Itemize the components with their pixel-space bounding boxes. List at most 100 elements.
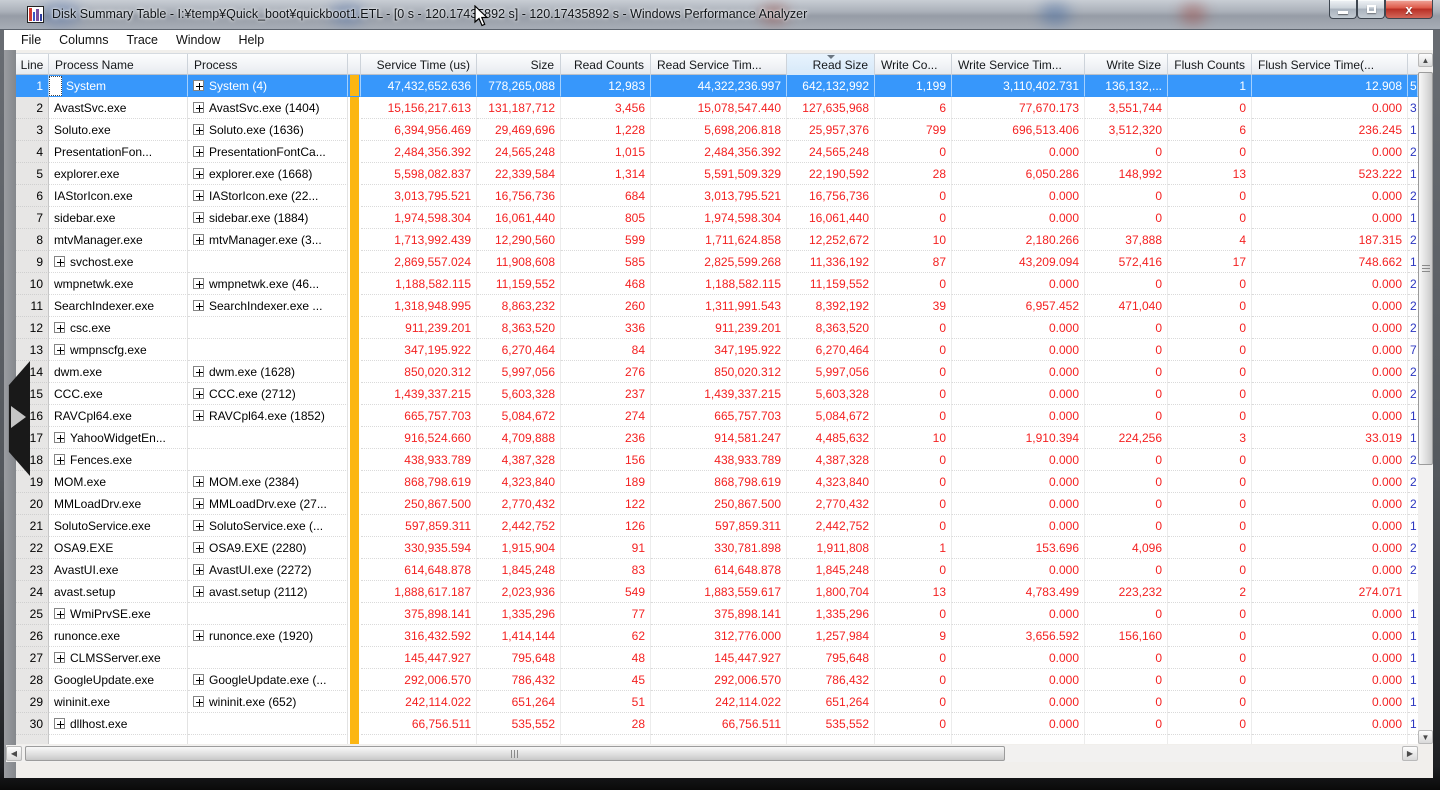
horizontal-scroll-track[interactable] (22, 746, 1402, 761)
cell-process[interactable]: IAStorIcon.exe (22... (188, 185, 348, 207)
cell-value[interactable]: 330,935.594 (361, 537, 477, 559)
cell-value[interactable] (1252, 735, 1408, 744)
cell-io-bar[interactable] (348, 427, 361, 449)
cell-value[interactable]: 0.000 (1252, 317, 1408, 339)
cell-process-name[interactable]: Soluto.exe (49, 119, 188, 141)
cell-io-bar[interactable] (348, 163, 361, 185)
cell-value[interactable]: 786,432 (787, 669, 875, 691)
cell-partial[interactable]: 2 (1408, 383, 1418, 405)
cell-value[interactable]: 6,050.286 (952, 163, 1085, 185)
cell-value[interactable]: 0.000 (1252, 383, 1408, 405)
cell-value[interactable]: 29,469,696 (477, 119, 561, 141)
cell-value[interactable]: 2,869,557.024 (361, 251, 477, 273)
cell-value[interactable]: 375,898.141 (651, 603, 787, 625)
cell-value[interactable]: 6,394,956.469 (361, 119, 477, 141)
table-row[interactable]: 17YahooWidgetEn...916,524.6604,709,88823… (16, 427, 1418, 449)
menu-item-window[interactable]: Window (167, 31, 229, 49)
cell-partial[interactable]: 7 (1408, 339, 1418, 361)
cell-io-bar[interactable] (348, 559, 361, 581)
cell-value[interactable]: 0 (875, 273, 952, 295)
cell-value[interactable]: 148,992 (1085, 163, 1168, 185)
cell-value[interactable]: 0 (875, 141, 952, 163)
cell-value[interactable]: 3,656.592 (952, 625, 1085, 647)
cell-value[interactable]: 1,228 (561, 119, 651, 141)
cell-process-name[interactable]: wmpnscfg.exe (49, 339, 188, 361)
menu-item-trace[interactable]: Trace (117, 31, 167, 49)
table-row[interactable]: 24avast.setupavast.setup (2112)1,888,617… (16, 581, 1418, 603)
column-header-flush-service-time[interactable]: Flush Service Time(... (1252, 54, 1408, 76)
cell-value[interactable]: 0 (1085, 361, 1168, 383)
cell-value[interactable]: 2,770,432 (477, 493, 561, 515)
cell-line[interactable]: 24 (16, 581, 49, 603)
cell-value[interactable]: 237 (561, 383, 651, 405)
cell-partial[interactable]: 5 (1408, 75, 1418, 97)
cell-value[interactable]: 642,132,992 (787, 75, 875, 97)
cell-value[interactable]: 0 (1168, 559, 1252, 581)
cell-value[interactable]: 16,756,736 (477, 185, 561, 207)
cell-value[interactable]: 0.000 (952, 383, 1085, 405)
cell-value[interactable]: 0 (1168, 449, 1252, 471)
cell-value[interactable]: 1,414,144 (477, 625, 561, 647)
cell-value[interactable]: 28 (875, 163, 952, 185)
table-row[interactable]: 27CLMSServer.exe145,447.927795,64848145,… (16, 647, 1418, 669)
cell-partial[interactable]: 1 (1408, 625, 1418, 647)
cell-process-name[interactable]: sidebar.exe (49, 207, 188, 229)
cell-io-bar[interactable] (348, 603, 361, 625)
cell-line[interactable]: 4 (16, 141, 49, 163)
cell-value[interactable]: 471,040 (1085, 295, 1168, 317)
cell-process[interactable] (188, 735, 348, 744)
expander-icon[interactable] (193, 102, 204, 113)
cell-value[interactable]: 0 (875, 713, 952, 735)
cell-value[interactable]: 0.000 (952, 141, 1085, 163)
table-row[interactable]: 28GoogleUpdate.exeGoogleUpdate.exe (...2… (16, 669, 1418, 691)
cell-value[interactable]: 0 (1085, 691, 1168, 713)
cell-io-bar[interactable] (348, 361, 361, 383)
cell-process-name[interactable]: explorer.exe (49, 163, 188, 185)
horizontal-scrollbar[interactable]: ◀ ▶ (6, 745, 1418, 762)
cell-process-name[interactable]: OSA9.EXE (49, 537, 188, 559)
expander-icon[interactable] (54, 718, 65, 729)
cell-value[interactable]: 8,392,192 (787, 295, 875, 317)
expander-icon[interactable] (193, 278, 204, 289)
cell-line[interactable]: 25 (16, 603, 49, 625)
cell-value[interactable]: 549 (561, 581, 651, 603)
cell-value[interactable]: 0.000 (1252, 493, 1408, 515)
cell-value[interactable]: 684 (561, 185, 651, 207)
cell-partial[interactable]: 2 (1408, 493, 1418, 515)
cell-process-name[interactable]: AvastSvc.exe (49, 97, 188, 119)
table-row[interactable]: 22OSA9.EXEOSA9.EXE (2280)330,935.5941,91… (16, 537, 1418, 559)
table-row[interactable]: 4PresentationFon...PresentationFontCa...… (16, 141, 1418, 163)
cell-value[interactable]: 0 (1168, 471, 1252, 493)
cell-process[interactable]: explorer.exe (1668) (188, 163, 348, 185)
cell-value[interactable]: 3 (1168, 427, 1252, 449)
cell-line[interactable]: 13 (16, 339, 49, 361)
cell-value[interactable]: 535,552 (787, 713, 875, 735)
cell-value[interactable]: 5,591,509.329 (651, 163, 787, 185)
cell-value[interactable]: 0 (875, 361, 952, 383)
cell-value[interactable]: 0 (1168, 361, 1252, 383)
cell-value[interactable]: 0.000 (952, 339, 1085, 361)
cell-value[interactable]: 665,757.703 (361, 405, 477, 427)
cell-value[interactable]: 10 (875, 427, 952, 449)
cell-value[interactable]: 12,983 (561, 75, 651, 97)
cell-value[interactable]: 274.071 (1252, 581, 1408, 603)
cell-value[interactable]: 0 (875, 339, 952, 361)
cell-value[interactable]: 187.315 (1252, 229, 1408, 251)
table-row[interactable]: 14dwm.exedwm.exe (1628)850,020.3125,997,… (16, 361, 1418, 383)
cell-value[interactable]: 0 (1085, 713, 1168, 735)
cell-value[interactable]: 2,770,432 (787, 493, 875, 515)
cell-value[interactable]: 224,256 (1085, 427, 1168, 449)
cell-value[interactable]: 24,565,248 (787, 141, 875, 163)
cell-value[interactable]: 0 (1085, 647, 1168, 669)
cell-value[interactable]: 1,188,582.115 (651, 273, 787, 295)
cell-process[interactable]: wmpnetwk.exe (46... (188, 273, 348, 295)
cell-value[interactable]: 778,265,088 (477, 75, 561, 97)
cell-value[interactable]: 585 (561, 251, 651, 273)
cell-line[interactable]: 2 (16, 97, 49, 119)
cell-io-bar[interactable] (348, 537, 361, 559)
cell-value[interactable]: 651,264 (787, 691, 875, 713)
cell-partial[interactable]: 1 (1408, 691, 1418, 713)
expander-icon[interactable] (193, 410, 204, 421)
cell-line[interactable]: 9 (16, 251, 49, 273)
cell-value[interactable]: 0.000 (952, 493, 1085, 515)
